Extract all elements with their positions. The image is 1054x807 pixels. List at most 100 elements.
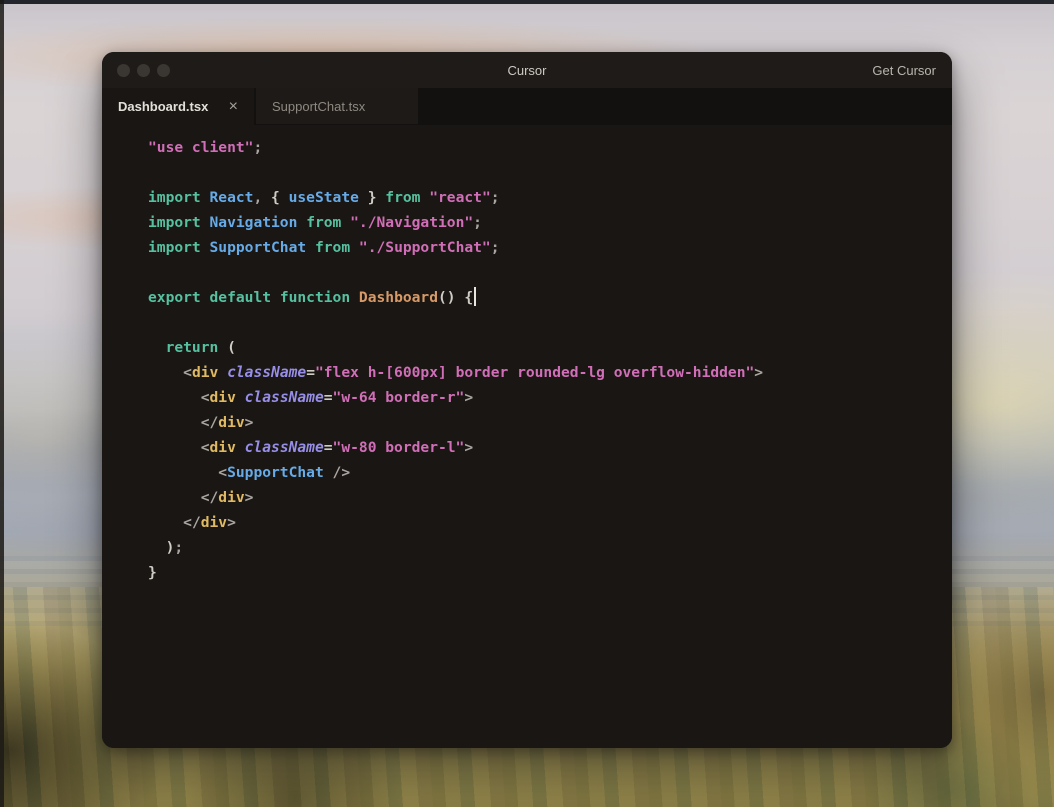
code-token-br: = xyxy=(323,389,333,406)
code-token-ang: > xyxy=(244,414,254,431)
code-token-pln xyxy=(201,239,210,256)
wallpaper-top-edge xyxy=(0,0,1054,4)
get-cursor-link[interactable]: Get Cursor xyxy=(872,63,952,78)
code-token-var: React xyxy=(209,189,254,206)
code-token-pln xyxy=(201,214,210,231)
code-line: ); xyxy=(148,535,952,560)
code-token-ang: > xyxy=(464,439,474,456)
code-token-pln xyxy=(420,189,429,206)
code-token-kw: from xyxy=(314,239,351,256)
code-token-pln xyxy=(148,489,201,506)
code-token-pln xyxy=(218,339,227,356)
code-line: <SupportChat /> xyxy=(148,460,952,485)
traffic-lights xyxy=(102,63,170,77)
code-token-ang: /> xyxy=(332,464,351,481)
code-token-kw: from xyxy=(385,189,421,206)
code-token-pun: ; xyxy=(490,189,500,206)
code-token-kw: return xyxy=(165,339,219,356)
code-line: <div className="w-64 border-r"> xyxy=(148,385,952,410)
code-token-pln xyxy=(236,439,245,456)
code-token-str: "flex h-[600px] border rounded-lg overfl… xyxy=(314,364,755,381)
code-line: </div> xyxy=(148,510,952,535)
code-token-pun: ; xyxy=(174,539,184,556)
code-token-pln xyxy=(148,539,166,556)
code-token-str: "w-80 border-l" xyxy=(332,439,465,456)
code-token-br: () xyxy=(438,289,456,306)
code-line: import SupportChat from "./SupportChat"; xyxy=(148,235,952,260)
tab-supportchat-label: SupportChat.tsx xyxy=(272,98,366,114)
code-token-ang: > xyxy=(244,489,254,506)
tab-dashboard-label: Dashboard.tsx xyxy=(118,99,209,114)
code-token-pun: ; xyxy=(490,239,500,256)
code-token-kw: import xyxy=(148,214,201,231)
code-token-attr: className xyxy=(244,439,324,456)
tab-supportchat[interactable]: SupportChat.tsx xyxy=(256,88,418,125)
code-line: return ( xyxy=(148,335,952,360)
code-token-pln xyxy=(201,289,210,306)
code-editor[interactable]: "use client"; import React, { useState }… xyxy=(102,125,952,748)
code-token-kw: function xyxy=(279,289,351,306)
code-token-kw: import xyxy=(148,189,201,206)
code-token-var: useState xyxy=(288,189,359,206)
window-titlebar[interactable]: Cursor Get Cursor xyxy=(102,52,952,88)
window-title: Cursor xyxy=(507,62,547,78)
code-token-pln xyxy=(376,189,385,206)
code-token-br: } xyxy=(148,564,157,581)
code-token-pun: ; xyxy=(253,139,263,156)
code-token-tag: div xyxy=(191,364,219,381)
code-token-pun: ; xyxy=(473,214,482,231)
code-token-tag: div xyxy=(209,439,236,456)
close-tab-icon[interactable]: × xyxy=(229,98,238,115)
code-area: "use client"; import React, { useState }… xyxy=(102,125,952,585)
code-token-pun: , xyxy=(253,189,272,206)
code-token-pln xyxy=(148,464,218,481)
code-token-pln xyxy=(218,364,227,381)
code-token-ang: </ xyxy=(200,414,219,431)
code-token-pln xyxy=(271,289,280,306)
code-token-pln xyxy=(148,389,201,406)
code-token-pln xyxy=(148,414,201,431)
cursor-window: Cursor Get Cursor Dashboard.tsx × Suppor… xyxy=(102,52,952,748)
code-token-br: ( xyxy=(227,339,236,356)
code-token-pln xyxy=(324,464,333,481)
code-token-var: SupportChat xyxy=(227,464,324,481)
code-token-pln xyxy=(148,364,183,381)
code-token-tag: div xyxy=(200,514,228,531)
code-token-str: "react" xyxy=(429,189,491,206)
code-token-var: SupportChat xyxy=(209,239,307,256)
code-token-ang: > xyxy=(464,389,474,406)
code-line: } xyxy=(148,560,952,585)
code-token-fn: Dashboard xyxy=(358,289,438,306)
code-token-pln xyxy=(236,389,245,406)
code-token-str: "./SupportChat" xyxy=(358,239,491,256)
code-line: import Navigation from "./Navigation"; xyxy=(148,210,952,235)
code-token-br: } xyxy=(358,189,377,206)
code-token-kw: import xyxy=(148,239,201,256)
code-token-ang: </ xyxy=(183,514,201,531)
tab-bar: Dashboard.tsx × SupportChat.tsx xyxy=(102,88,952,125)
code-token-ang: < xyxy=(200,389,210,406)
code-token-kw: from xyxy=(306,214,342,231)
tab-dashboard[interactable]: Dashboard.tsx × xyxy=(102,88,254,125)
code-token-attr: className xyxy=(244,389,324,406)
code-token-ang: > xyxy=(754,364,764,381)
code-token-pln xyxy=(350,289,359,306)
zoom-window-button[interactable] xyxy=(157,63,170,77)
code-token-br: { xyxy=(464,289,474,306)
code-line: import React, { useState } from "react"; xyxy=(148,185,952,210)
code-token-pln xyxy=(201,189,210,206)
code-token-pln xyxy=(148,514,183,531)
close-window-button[interactable] xyxy=(117,63,130,77)
code-token-br: { xyxy=(271,189,289,206)
code-token-ang: < xyxy=(183,364,192,381)
code-token-tag: div xyxy=(218,414,245,431)
code-token-pln xyxy=(350,239,359,256)
text-caret xyxy=(474,287,477,306)
minimize-window-button[interactable] xyxy=(137,63,150,77)
code-token-ang: > xyxy=(227,514,236,531)
code-token-br: = xyxy=(323,439,333,456)
code-token-ang: </ xyxy=(200,489,219,506)
